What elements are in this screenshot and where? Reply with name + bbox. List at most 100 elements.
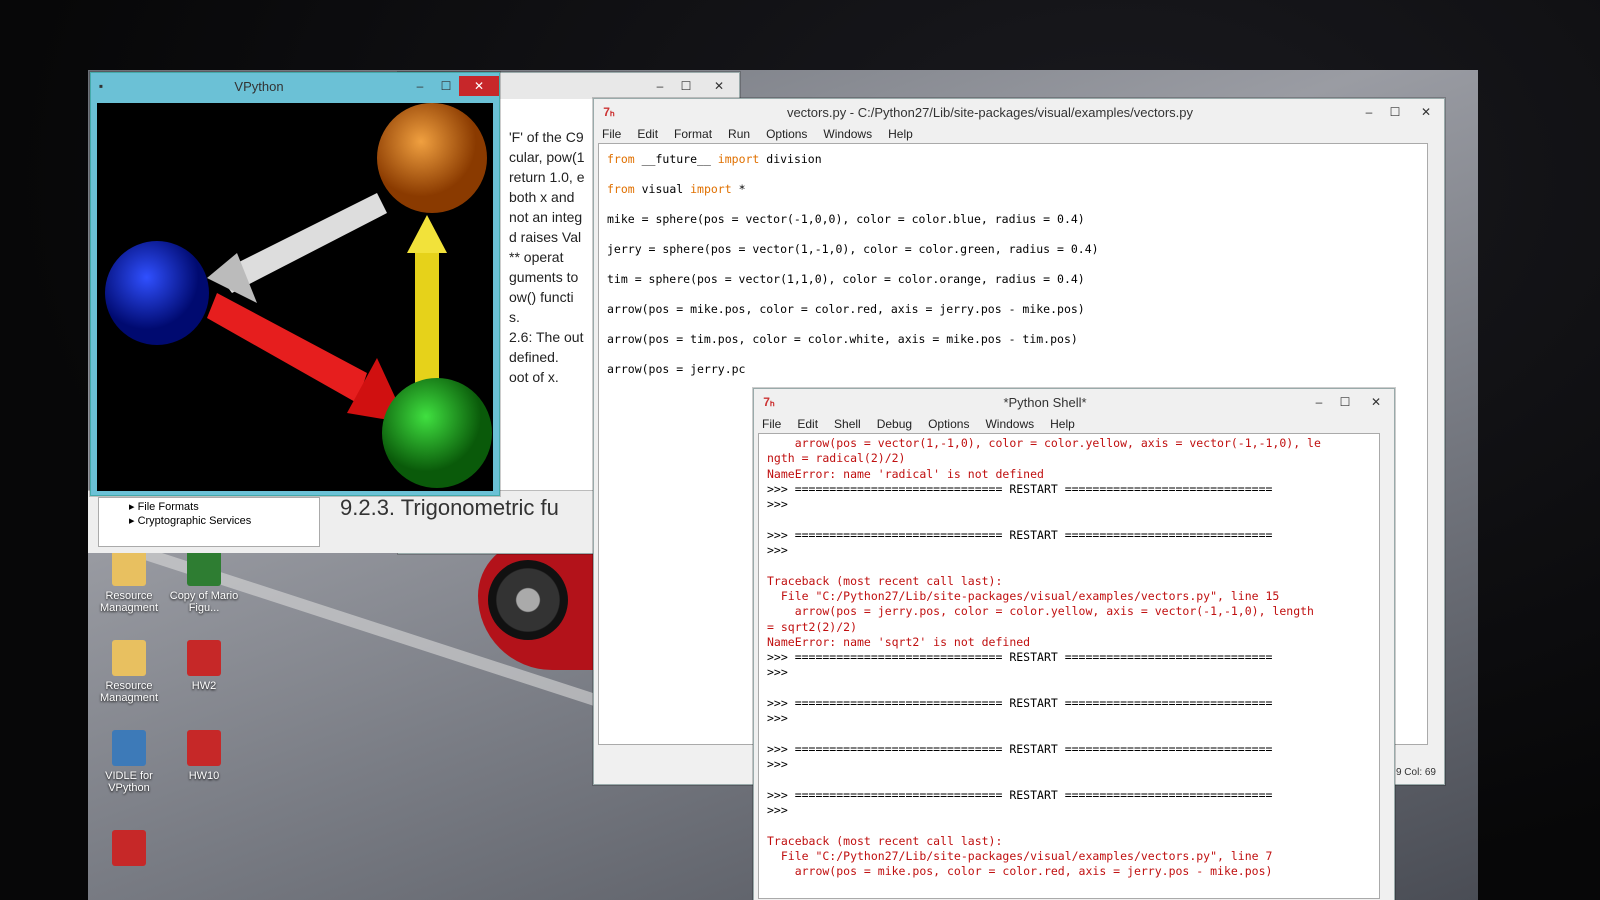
code-text: arrow(pos = mike.pos, color = color.red,… (607, 302, 1085, 316)
shell-line: arrow(pos = mike.pos, color = color.red,… (767, 864, 1273, 879)
shell-titlebar[interactable]: 7ₕ *Python Shell* – ☐ ✕ (754, 389, 1394, 415)
docs-bottom: ▸ File Formats ▸ Cryptographic Services … (88, 490, 598, 553)
vpython-window[interactable]: ▪ VPython – ☐ ✕ (90, 72, 500, 496)
shell-line: = sqrt2(2)/2) (767, 619, 858, 634)
minimize-icon[interactable]: – (407, 76, 433, 96)
vpython-title: VPython (234, 78, 284, 94)
maximize-icon[interactable]: ☐ (1382, 102, 1408, 122)
idle-icon: 7ₕ (763, 395, 775, 409)
red-arrow (207, 293, 367, 403)
desktop-icon-label: Resource Managment (99, 590, 159, 614)
vpython-scene (105, 103, 492, 488)
menu-file[interactable]: File (762, 417, 781, 431)
tree-item-file-formats[interactable]: ▸ File Formats (99, 498, 319, 513)
close-icon[interactable]: ✕ (1408, 102, 1444, 122)
shell-line: >>> (767, 711, 788, 726)
code-text: division (759, 152, 822, 166)
editor-titlebar[interactable]: 7ₕ vectors.py - C:/Python27/Lib/site-pac… (594, 99, 1444, 125)
code-line: from visual import * (607, 174, 1419, 204)
shell-line: arrow(pos = vector(1,-1,0), color = colo… (767, 436, 1321, 450)
menu-run[interactable]: Run (728, 127, 750, 141)
shell-line: >>> (767, 757, 788, 772)
minimize-icon[interactable]: – (1356, 102, 1382, 122)
menu-options[interactable]: Options (766, 127, 807, 141)
code-keyword: import (717, 152, 760, 166)
docs-tree: ▸ File Formats ▸ Cryptographic Services (98, 497, 320, 547)
shell-line: >>> (767, 543, 788, 558)
menu-edit[interactable]: Edit (797, 417, 818, 431)
code-text: jerry = sphere(pos = vector(1,-1,0), col… (607, 242, 1099, 256)
maximize-icon[interactable]: ☐ (673, 76, 699, 96)
desktop-icon[interactable]: Resource Managment (94, 640, 164, 704)
shell-line: File "C:/Python27/Lib/site-packages/visu… (767, 849, 1273, 864)
code-line: from __future__ import division (607, 144, 1419, 174)
menu-debug[interactable]: Debug (877, 417, 912, 431)
editor-menubar: File Edit Format Run Options Windows Help (594, 125, 1444, 143)
shell-line: arrow(pos = jerry.pos, color = color.yel… (767, 604, 1314, 619)
minimize-icon[interactable]: – (647, 76, 673, 96)
shell-line: >>> ============================== RESTA… (767, 741, 1273, 756)
shell-line: >>> (767, 497, 788, 512)
editor-status: 9 Col: 69 (1395, 767, 1436, 778)
folder-icon (112, 550, 146, 586)
maximize-icon[interactable]: ☐ (433, 76, 459, 96)
vpython-titlebar[interactable]: ▪ VPython – ☐ ✕ (91, 73, 499, 99)
wallpaper-wheel (488, 560, 568, 640)
yellow-arrow-head (407, 215, 447, 253)
code-text: arrow(pos = jerry.pc (607, 362, 746, 376)
shell-title: *Python Shell* (1003, 394, 1087, 410)
code-keyword: import (690, 182, 732, 196)
shell-line: >>> ============================== RESTA… (767, 650, 1273, 665)
menu-options[interactable]: Options (928, 417, 969, 431)
shell-window[interactable]: 7ₕ *Python Shell* – ☐ ✕ File Edit Shell Deb… (753, 388, 1395, 900)
code-text: visual (634, 182, 691, 196)
pdf-icon (187, 730, 221, 766)
code-text: * (731, 182, 746, 196)
desktop-icon[interactable] (94, 830, 164, 870)
code-line: arrow(pos = jerry.pc (607, 354, 1419, 384)
menu-format[interactable]: Format (674, 127, 712, 141)
menu-windows[interactable]: Windows (823, 127, 872, 141)
menu-windows[interactable]: Windows (985, 417, 1034, 431)
python-icon (112, 730, 146, 766)
code-text: tim = sphere(pos = vector(1,1,0), color … (607, 272, 1085, 286)
desktop-screen: Resource Managment Copy of Mario Figu... R… (88, 70, 1478, 900)
desktop-icon[interactable]: HW2 (169, 640, 239, 692)
code-line: arrow(pos = tim.pos, color = color.white… (607, 324, 1419, 354)
menu-edit[interactable]: Edit (637, 127, 658, 141)
tim-sphere (377, 103, 487, 213)
shell-line: >>> ============================== RESTA… (767, 787, 1273, 802)
code-line: mike = sphere(pos = vector(-1,0,0), colo… (607, 204, 1419, 234)
desktop-icon[interactable]: VIDLE for VPython (94, 730, 164, 794)
code-text: __future__ (634, 152, 718, 166)
shell-line: NameError: name 'sqrt2' is not defined (767, 634, 1031, 649)
menu-help[interactable]: Help (1050, 417, 1075, 431)
shell-menubar: File Edit Shell Debug Options Windows Help (754, 415, 1394, 433)
tree-item-crypto[interactable]: ▸ Cryptographic Services (99, 513, 319, 527)
desktop-icon[interactable]: HW10 (169, 730, 239, 782)
desktop-icon[interactable]: Resource Managment (94, 550, 164, 614)
excel-icon (187, 550, 221, 586)
desktop-icon[interactable]: Copy of Mario Figu... (169, 550, 239, 614)
close-icon[interactable]: ✕ (1358, 392, 1394, 412)
vpython-canvas[interactable] (97, 103, 493, 491)
minimize-icon[interactable]: – (1306, 392, 1332, 412)
maximize-icon[interactable]: ☐ (1332, 392, 1358, 412)
shell-line: >>> ============================== RESTA… (767, 481, 1273, 496)
close-icon[interactable]: ✕ (699, 76, 739, 96)
menu-file[interactable]: File (602, 127, 621, 141)
menu-shell[interactable]: Shell (834, 417, 861, 431)
jerry-sphere (382, 378, 492, 488)
shell-output[interactable]: arrow(pos = vector(1,-1,0), color = colo… (758, 433, 1380, 899)
idle-icon: 7ₕ (603, 105, 615, 119)
code-text: arrow(pos = tim.pos, color = color.white… (607, 332, 1078, 346)
shell-line: >>> (767, 665, 788, 680)
mike-sphere (105, 241, 209, 345)
close-icon[interactable]: ✕ (459, 76, 499, 96)
code-line: arrow(pos = mike.pos, color = color.red,… (607, 294, 1419, 324)
menu-help[interactable]: Help (888, 127, 913, 141)
